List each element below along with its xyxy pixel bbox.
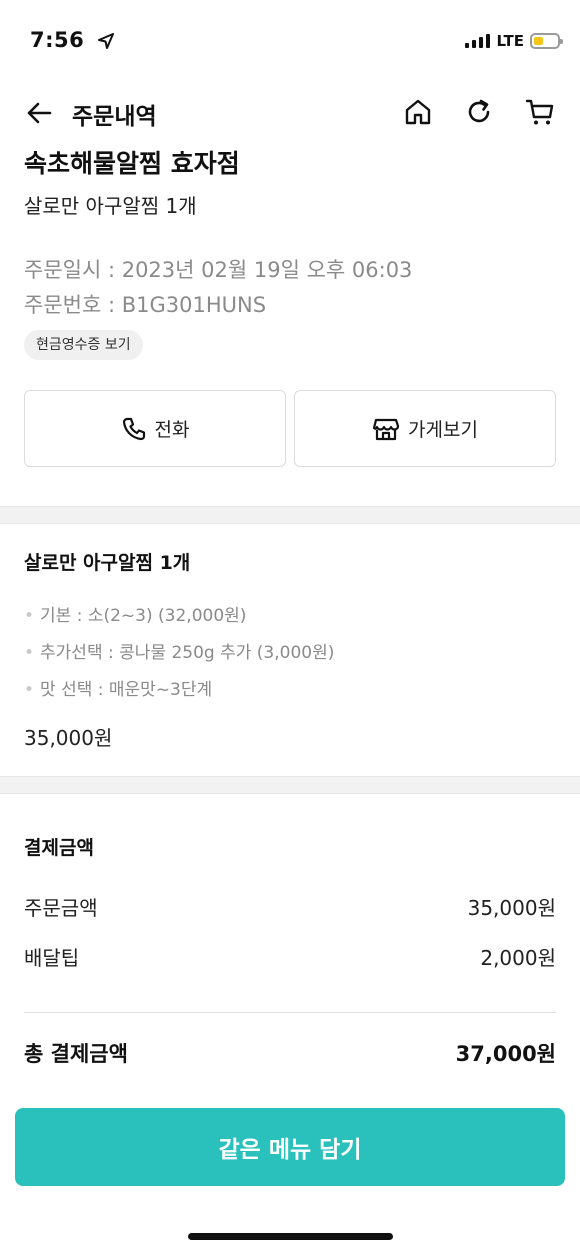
store-name: 속초해물알찜 효자점 [24,149,240,178]
status-bar: 7:56 LTE [0,0,580,84]
page-title: 주문내역 [72,104,157,130]
cart-button[interactable] [522,94,558,130]
refresh-button[interactable] [461,94,497,130]
network-label: LTE [496,32,524,50]
status-time: 7:56 [30,28,115,54]
payment-divider [24,1012,556,1013]
menu-option-text: 기본 : 소(2~3) (32,000원) [40,606,247,626]
payment-row-value: 35,000원 [467,896,556,920]
battery-icon [530,33,563,49]
phone-icon [122,417,145,440]
home-indicator [188,1233,393,1240]
refresh-icon [468,99,490,123]
menu-option: • 맛 선택 : 매운맛~3단계 [24,675,212,700]
bullet-icon: • [24,680,35,700]
menu-option-text: 맛 선택 : 매운맛~3단계 [40,680,213,700]
call-button[interactable]: 전화 [24,390,286,467]
total-row: 총 결제금액 37,000원 [24,1038,556,1068]
reorder-button[interactable]: 같은 메뉴 담기 [15,1108,565,1186]
menu-item-price: 35,000원 [24,726,113,750]
view-store-label: 가게보기 [408,419,478,441]
cash-receipt-button[interactable]: 현금영수증 보기 [24,330,143,360]
order-summary: 살로만 아구알찜 1개 [24,194,197,218]
payment-row-label: 주문금액 [24,896,98,920]
section-divider [0,506,580,524]
order-number: 주문번호 : B1G301HUNS [24,293,267,317]
view-store-button[interactable]: 가게보기 [294,390,556,467]
bullet-icon: • [24,606,35,626]
home-button[interactable] [400,94,436,130]
payment-title: 결제금액 [24,837,94,859]
order-date: 주문일시 : 2023년 02월 19일 오후 06:03 [24,258,413,282]
bullet-icon: • [24,643,35,663]
home-icon [405,99,431,125]
payment-row-value: 2,000원 [480,946,556,970]
section-divider [0,776,580,794]
app-header: 주문내역 [0,88,580,138]
payment-row-label: 배달팁 [24,946,80,970]
menu-option: • 추가선택 : 콩나물 250g 추가 (3,000원) [24,638,334,663]
status-indicators: LTE [465,32,563,50]
store-icon [372,418,400,440]
status-time-text: 7:56 [30,28,85,52]
call-label: 전화 [154,419,190,441]
back-arrow-icon [27,102,52,124]
total-value: 37,000원 [455,1042,556,1066]
back-button[interactable] [22,96,56,130]
cart-icon [525,99,554,125]
payment-row: 주문금액 35,000원 [24,892,556,921]
menu-item-title: 살로만 아구알찜 1개 [24,552,191,574]
menu-option: • 기본 : 소(2~3) (32,000원) [24,601,246,626]
location-arrow-icon [98,30,115,54]
signal-icon [465,34,491,48]
menu-option-text: 추가선택 : 콩나물 250g 추가 (3,000원) [40,643,335,663]
total-label: 총 결제금액 [24,1042,128,1066]
payment-row: 배달팁 2,000원 [24,942,556,971]
